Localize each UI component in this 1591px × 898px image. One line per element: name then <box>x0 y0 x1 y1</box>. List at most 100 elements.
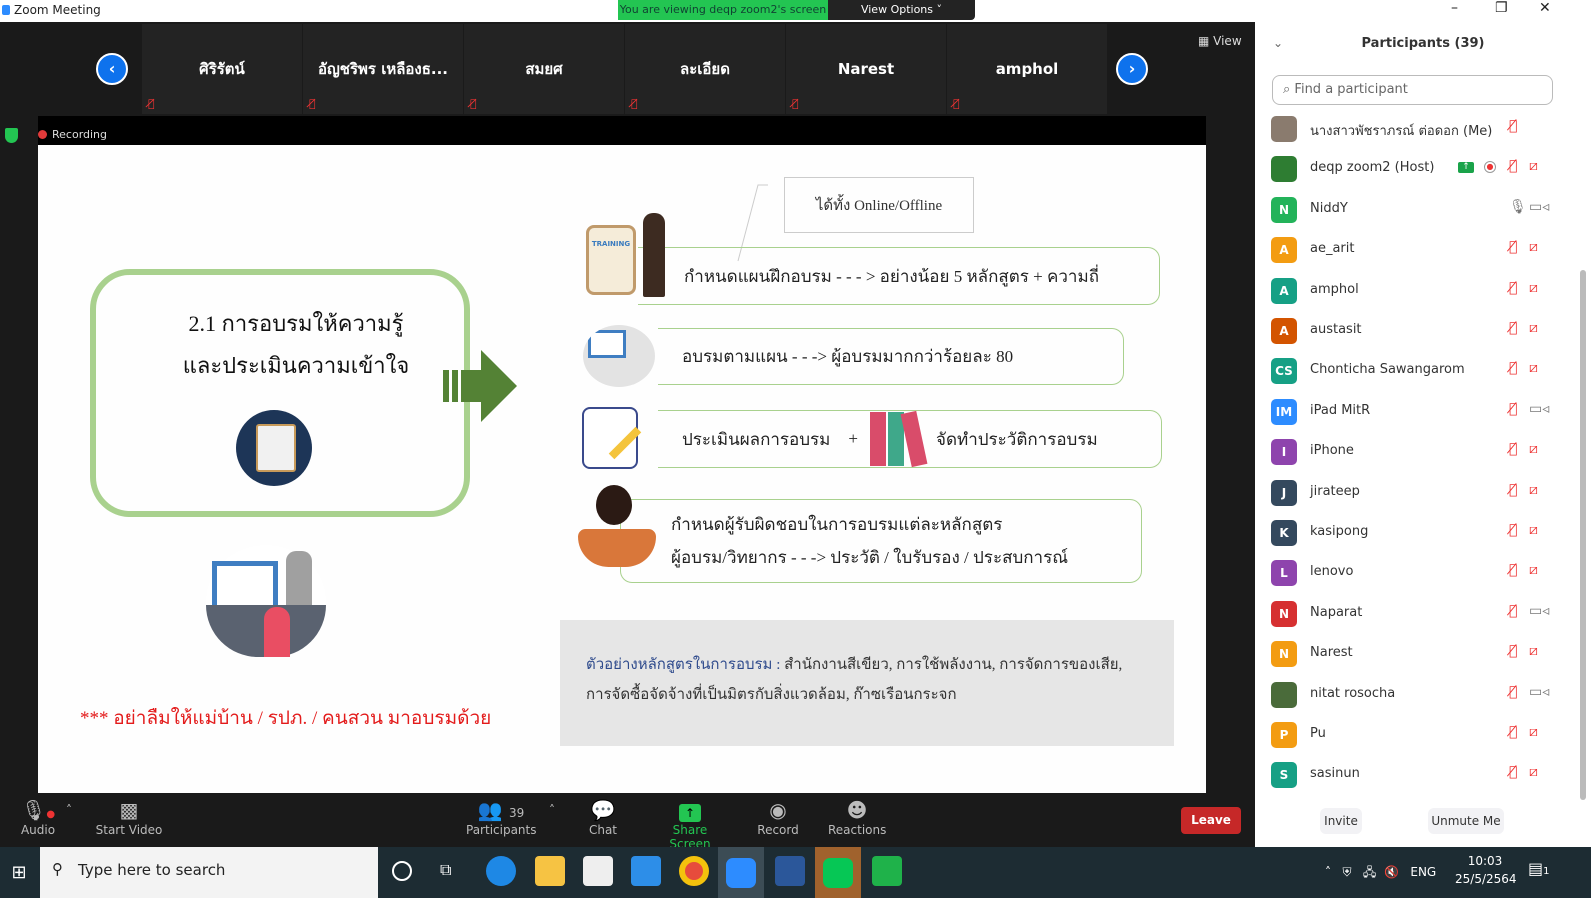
muted-mic-icon[interactable]: 🎙̸ <box>1509 118 1517 134</box>
file-explorer-icon[interactable] <box>535 856 565 886</box>
participants-scrollbar[interactable] <box>1580 270 1586 800</box>
tray-overflow-icon[interactable]: ˄ <box>1325 865 1331 879</box>
participant-row[interactable]: CS Chonticha Sawangarom 🎙̸ ⧄ <box>1255 350 1575 390</box>
video-thumbnail[interactable]: amphol 🎙̸ <box>947 24 1107 114</box>
muted-mic-icon[interactable]: 🎙̸ <box>1509 643 1517 659</box>
participant-row[interactable]: deqp zoom2 (Host) ↑ ● 🎙̸ ⧄ <box>1255 148 1575 188</box>
invite-button[interactable]: Invite <box>1320 808 1362 834</box>
edge-icon[interactable] <box>486 856 516 886</box>
zoom-taskbar-button[interactable] <box>718 847 764 898</box>
muted-mic-icon[interactable]: 🎙̸ <box>1509 562 1517 578</box>
security-icon[interactable]: ⛨ <box>1342 865 1351 879</box>
word-icon[interactable] <box>775 856 805 886</box>
muted-mic-icon[interactable]: 🎙̸ <box>1509 158 1517 174</box>
video-camera-icon[interactable]: ▭◃ <box>1529 603 1549 619</box>
muted-mic-icon[interactable]: 🎙̸ <box>1509 724 1517 740</box>
participant-name: NiddY <box>1310 200 1348 216</box>
language-indicator[interactable]: ENG <box>1410 865 1436 879</box>
muted-mic-icon[interactable]: 🎙̸ <box>1509 401 1517 417</box>
muted-mic-icon[interactable]: 🎙̸ <box>1509 320 1517 336</box>
participant-row[interactable]: IiPhone 🎙̸ ⧄ <box>1255 431 1575 471</box>
reactions-button[interactable]: ☻ Reactions <box>828 797 886 837</box>
minimize-button[interactable]: – <box>1451 0 1458 16</box>
video-off-icon[interactable]: ⧄ <box>1529 724 1538 740</box>
leave-button[interactable]: Leave <box>1181 807 1241 834</box>
notifications-icon[interactable]: ▤1 <box>1528 859 1550 878</box>
muted-mic-icon[interactable]: 🎙̸ <box>1509 441 1517 457</box>
clock[interactable]: 10:03 25/5/2564 <box>1455 852 1517 888</box>
video-off-icon[interactable]: ⧄ <box>1529 360 1538 376</box>
participant-row[interactable]: Ssasinun 🎙̸ ⧄ <box>1255 754 1575 794</box>
video-off-icon[interactable]: ⧄ <box>1529 239 1538 255</box>
maximize-button[interactable]: ❐ <box>1495 0 1508 16</box>
start-video-button[interactable]: ▩ Start Video <box>94 797 164 837</box>
record-button[interactable]: ◉ Record <box>754 797 802 837</box>
participant-row[interactable]: N NiddY 🎙 ▭◃ <box>1255 189 1575 229</box>
participant-row[interactable]: N Naparat 🎙̸ ▭◃ <box>1255 593 1575 633</box>
video-thumbnail[interactable]: ละเอียด 🎙̸ <box>625 24 785 114</box>
volume-muted-icon[interactable]: 🔇 <box>1384 865 1399 879</box>
muted-mic-icon[interactable]: 🎙̸ <box>1509 603 1517 619</box>
video-thumbnail[interactable]: ศิริรัตน์ 🎙̸ <box>142 24 302 114</box>
mail-icon[interactable] <box>631 856 661 886</box>
app-icon[interactable] <box>872 856 902 886</box>
video-off-icon[interactable]: ⧄ <box>1529 482 1538 498</box>
muted-mic-icon[interactable]: 🎙̸ <box>1509 360 1517 376</box>
task-view-icon[interactable]: ⧉ <box>440 860 451 880</box>
participant-row[interactable]: Kkasipong 🎙̸ ⧄ <box>1255 512 1575 552</box>
video-thumbnail[interactable]: สมยศ 🎙̸ <box>464 24 624 114</box>
close-button[interactable]: ✕ <box>1539 0 1551 16</box>
video-camera-icon[interactable]: ▭◃ <box>1529 401 1549 417</box>
video-camera-icon[interactable]: ▭◃ <box>1529 199 1549 215</box>
chrome-icon[interactable] <box>679 856 709 886</box>
participant-row[interactable]: nitat rosocha 🎙̸ ▭◃ <box>1255 674 1575 714</box>
video-thumbnail[interactable]: อัญชริพร เหลืองธ... 🎙̸ <box>303 24 463 114</box>
view-options-button[interactable]: View Options ˅ <box>828 0 975 20</box>
video-off-icon[interactable]: ⧄ <box>1529 441 1538 457</box>
participants-options-caret[interactable]: ˄ <box>546 803 558 817</box>
microphone-icon[interactable]: 🎙 <box>1509 199 1527 215</box>
next-page-button[interactable]: › <box>1116 53 1148 85</box>
participant-row[interactable]: Aaustasit 🎙̸ ⧄ <box>1255 310 1575 350</box>
share-screen-button[interactable]: ↑ Share Screen <box>652 797 728 851</box>
participant-row[interactable]: P Pu 🎙̸ ⧄ <box>1255 714 1575 754</box>
windows-start-icon[interactable]: ⊞ <box>0 847 38 898</box>
muted-mic-icon: 🎙̸ <box>470 97 477 110</box>
cortana-icon[interactable] <box>392 861 412 881</box>
video-off-icon[interactable]: ⧄ <box>1529 643 1538 659</box>
audio-button[interactable]: 🎙● Audio <box>16 797 60 837</box>
muted-mic-icon[interactable]: 🎙̸ <box>1509 280 1517 296</box>
muted-mic-icon[interactable]: 🎙̸ <box>1509 764 1517 780</box>
participant-row[interactable]: Llenovo 🎙̸ ⧄ <box>1255 552 1575 592</box>
video-off-icon[interactable]: ⧄ <box>1529 562 1538 578</box>
store-icon[interactable] <box>583 856 613 886</box>
view-button[interactable]: ▦ View <box>1190 30 1250 52</box>
video-thumbnail[interactable]: Narest 🎙̸ <box>786 24 946 114</box>
muted-mic-icon[interactable]: 🎙̸ <box>1509 522 1517 538</box>
participant-row[interactable]: IM iPad MitR 🎙̸ ▭◃ <box>1255 391 1575 431</box>
participant-row[interactable]: Jjirateep 🎙̸ ⧄ <box>1255 472 1575 512</box>
muted-mic-icon[interactable]: 🎙̸ <box>1509 482 1517 498</box>
video-off-icon[interactable]: ⧄ <box>1529 320 1538 336</box>
muted-mic-icon[interactable]: 🎙̸ <box>1509 239 1517 255</box>
video-off-icon[interactable]: ⧄ <box>1529 764 1538 780</box>
prev-page-button[interactable]: ‹ <box>96 53 128 85</box>
video-camera-icon[interactable]: ▭◃ <box>1529 684 1549 700</box>
participant-row[interactable]: Aae_arit 🎙̸ ⧄ <box>1255 229 1575 269</box>
audio-options-caret[interactable]: ˄ <box>62 803 76 817</box>
chat-button[interactable]: 💬 Chat <box>583 797 623 837</box>
network-icon[interactable]: 🖧 <box>1363 865 1376 879</box>
participant-row[interactable]: นางสาวพัชราภรณ์ ต่อดอก (Me) 🎙̸ <box>1255 108 1575 148</box>
participant-row[interactable]: N Narest 🎙̸ ⧄ <box>1255 633 1575 673</box>
unmute-me-button[interactable]: Unmute Me <box>1428 808 1504 834</box>
video-off-icon[interactable]: ⧄ <box>1529 158 1538 174</box>
video-off-icon[interactable]: ⧄ <box>1529 522 1538 538</box>
muted-mic-icon[interactable]: 🎙̸ <box>1509 684 1517 700</box>
encryption-shield-icon[interactable] <box>5 128 18 143</box>
video-off-icon[interactable]: ⧄ <box>1529 280 1538 296</box>
participant-row[interactable]: Aamphol 🎙̸ ⧄ <box>1255 270 1575 310</box>
line-taskbar-button[interactable] <box>815 847 861 898</box>
find-participant-input[interactable]: ⌕ Find a participant <box>1272 75 1553 105</box>
participants-button[interactable]: 👥 39 Participants <box>466 797 537 837</box>
taskbar-search-input[interactable]: ⚲ Type here to search <box>40 847 378 898</box>
